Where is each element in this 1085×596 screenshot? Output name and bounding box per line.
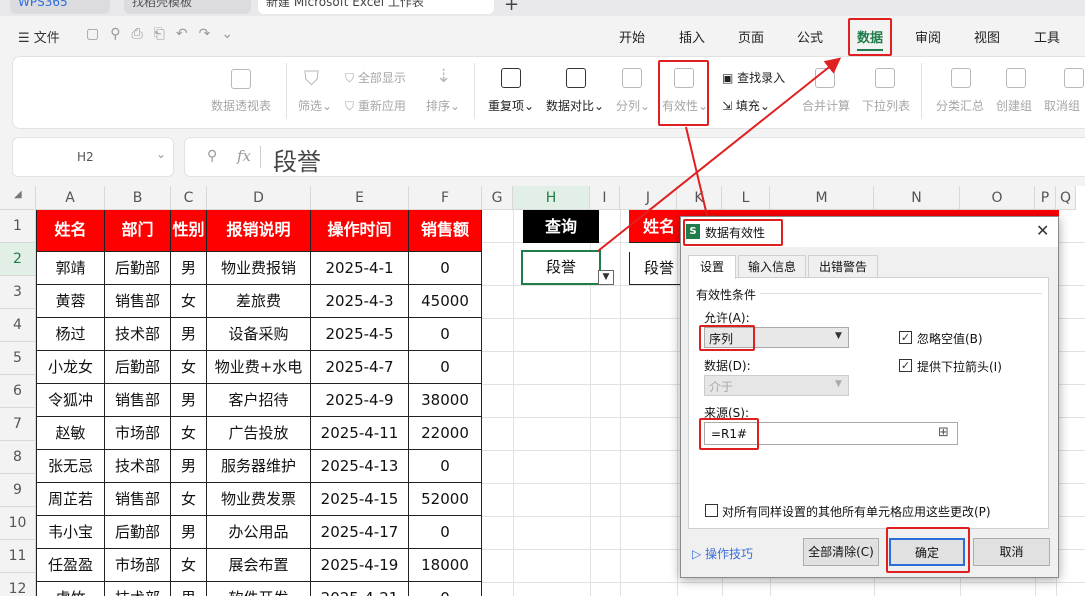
divider <box>760 293 1042 294</box>
clear-all-button[interactable]: 全部清除(C) <box>803 538 879 566</box>
group-label: 有效性条件 <box>696 288 757 302</box>
data-label: 数据(D): <box>704 359 751 373</box>
chevron-down-icon: ▼ <box>835 379 842 389</box>
tips-link[interactable]: ▷ 操作技巧 <box>692 545 753 562</box>
range-picker-icon[interactable]: ⊞ <box>938 425 949 440</box>
ok-highlight <box>886 527 970 573</box>
allow-highlight <box>699 325 755 351</box>
apply-all-checkbox[interactable] <box>705 504 718 517</box>
tab-settings[interactable]: 设置 <box>688 255 736 279</box>
close-icon[interactable]: ✕ <box>1036 221 1049 240</box>
cancel-button[interactable]: 取消 <box>973 538 1050 566</box>
title-highlight <box>683 219 783 246</box>
tab-input-message[interactable]: 输入信息 <box>738 255 806 278</box>
allow-label: 允许(A): <box>704 311 750 325</box>
chevron-down-icon: ▼ <box>835 331 842 341</box>
show-dropdown-checkbox[interactable]: ✓ <box>899 359 912 372</box>
ignore-blank-label: 忽略空值(B) <box>917 332 983 346</box>
apply-all-label: 对所有同样设置的其他所有单元格应用这些更改(P) <box>722 505 991 519</box>
data-select[interactable]: 介于 ▼ <box>704 375 849 396</box>
show-dropdown-label: 提供下拉箭头(I) <box>917 360 1002 374</box>
tips-label: 操作技巧 <box>705 547 754 561</box>
source-highlight <box>699 418 759 450</box>
tab-error-alert[interactable]: 出错警告 <box>808 255 878 278</box>
data-value: 介于 <box>709 380 734 394</box>
ignore-blank-checkbox[interactable]: ✓ <box>899 331 912 344</box>
